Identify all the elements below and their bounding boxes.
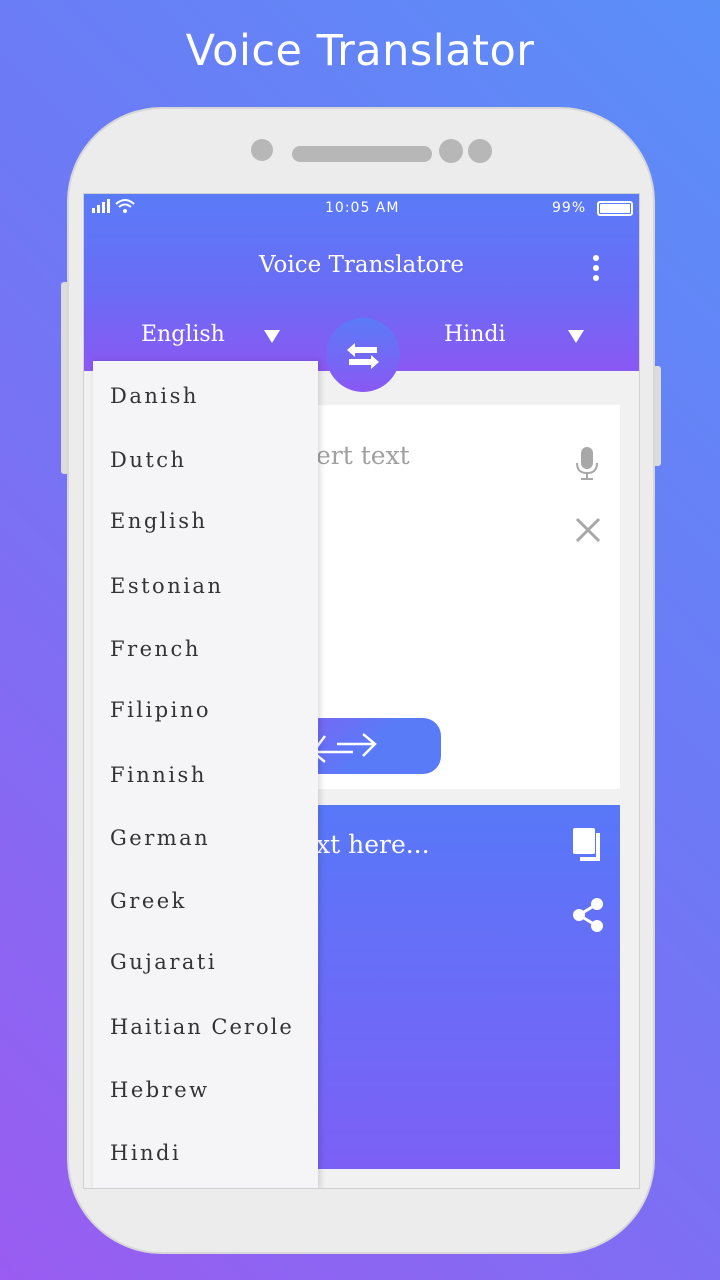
swap-languages-button[interactable] xyxy=(326,318,400,392)
battery-icon xyxy=(597,201,633,216)
swap-icon xyxy=(347,343,379,369)
output-placeholder: xt here... xyxy=(316,830,430,859)
app-title: Voice Translatore xyxy=(259,252,464,278)
microphone-icon[interactable] xyxy=(575,447,599,481)
dropdown-item[interactable]: French xyxy=(110,637,201,661)
app-screen: 10:05 AM 99% Voice Translatore English H… xyxy=(83,193,640,1189)
target-language-select[interactable]: Hindi xyxy=(444,322,506,347)
clear-icon[interactable] xyxy=(575,517,601,543)
dropdown-item[interactable]: Danish xyxy=(110,384,199,408)
dropdown-item[interactable]: Greek xyxy=(110,889,187,913)
promo-title: Voice Translator xyxy=(185,26,535,76)
dropdown-item[interactable]: Hebrew xyxy=(110,1078,210,1102)
dropdown-item[interactable]: Filipino xyxy=(110,698,211,722)
language-dropdown-menu: Danish Dutch English Estonian French Fil… xyxy=(93,361,318,1188)
battery-percent: 99% xyxy=(552,200,587,216)
dropdown-item[interactable]: German xyxy=(110,826,210,850)
dropdown-item[interactable]: Finnish xyxy=(110,763,207,787)
speaker xyxy=(292,146,432,162)
camera xyxy=(251,139,273,161)
translate-arrows-icon xyxy=(311,733,377,763)
more-options-icon[interactable] xyxy=(588,254,608,284)
dropdown-item[interactable]: Dutch xyxy=(110,448,187,472)
dropdown-item[interactable]: Haitian Cerole xyxy=(110,1015,294,1039)
source-dropdown-arrow-icon[interactable] xyxy=(264,330,280,343)
dropdown-item[interactable]: Estonian xyxy=(110,574,223,598)
share-icon[interactable] xyxy=(571,897,605,933)
sensor xyxy=(468,139,492,163)
dropdown-item[interactable]: English xyxy=(110,509,208,533)
dropdown-item[interactable]: Hindi xyxy=(110,1141,181,1165)
target-dropdown-arrow-icon[interactable] xyxy=(568,330,584,343)
dropdown-item[interactable]: Gujarati xyxy=(110,950,217,974)
status-time: 10:05 AM xyxy=(325,200,400,216)
sensor xyxy=(439,139,463,163)
signal-wifi-icon xyxy=(92,198,138,218)
input-placeholder[interactable]: ert text xyxy=(316,441,410,470)
source-language-select[interactable]: English xyxy=(141,322,225,347)
copy-icon[interactable] xyxy=(572,827,604,863)
